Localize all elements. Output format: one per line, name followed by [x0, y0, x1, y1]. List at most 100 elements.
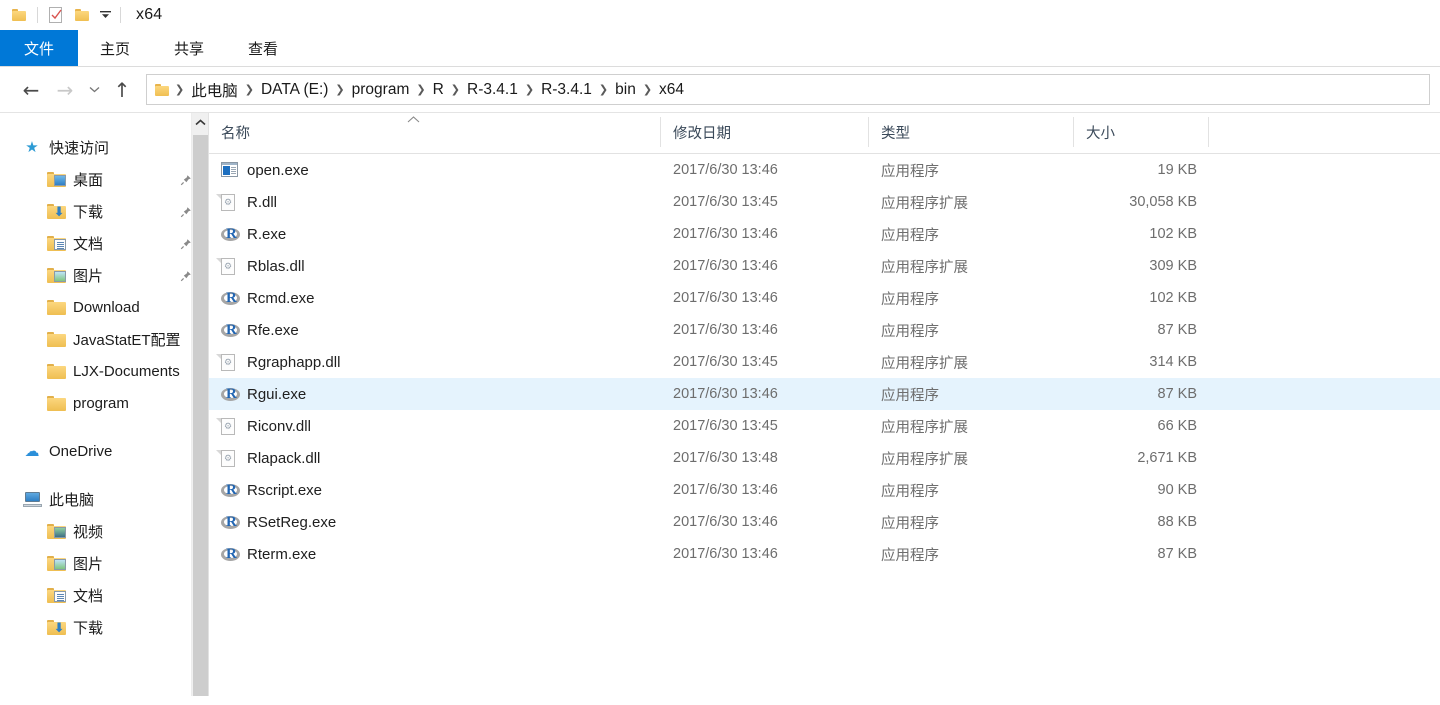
- sidebar-item-this-pc[interactable]: 此电脑: [0, 483, 208, 515]
- table-row[interactable]: ⚙ R.dll 2017/6/30 13:45 应用程序扩展 30,058 KB: [209, 186, 1440, 218]
- file-name-label: R.dll: [247, 193, 278, 211]
- tab-home[interactable]: 主页: [78, 30, 152, 66]
- tab-file[interactable]: 文件: [0, 30, 79, 66]
- table-row[interactable]: R Rfe.exe 2017/6/30 13:46 应用程序 87 KB: [209, 314, 1440, 346]
- recent-locations-icon[interactable]: [82, 74, 106, 106]
- sidebar-item-desktop[interactable]: 桌面: [0, 163, 208, 195]
- sidebar-item-javastatet[interactable]: JavaStatET配置: [0, 323, 208, 355]
- file-type-cell: 应用程序: [881, 515, 939, 532]
- table-row[interactable]: R R.exe 2017/6/30 13:46 应用程序 102 KB: [209, 218, 1440, 250]
- table-row[interactable]: R Rgui.exe 2017/6/30 13:46 应用程序 87 KB: [209, 378, 1440, 410]
- file-name-cell[interactable]: R R.exe: [209, 226, 661, 243]
- sidebar-label: 下载: [73, 619, 104, 637]
- back-button[interactable]: ←: [14, 74, 48, 106]
- sidebar-item-downloads[interactable]: ⬇ 下载: [0, 195, 208, 227]
- file-name-label: Rgui.exe: [247, 385, 307, 403]
- sidebar-item-onedrive[interactable]: ☁ OneDrive: [0, 435, 208, 467]
- folder-icon[interactable]: [6, 3, 32, 27]
- file-name-cell[interactable]: ⚙ Rblas.dll: [209, 257, 661, 275]
- tab-view[interactable]: 查看: [226, 30, 300, 66]
- sidebar-item-documents-pc[interactable]: 文档: [0, 579, 208, 611]
- breadcrumb-item-5[interactable]: R-3.4.1: [536, 81, 597, 99]
- breadcrumb-item-4[interactable]: R-3.4.1: [462, 81, 523, 99]
- file-size-cell: 102 KB: [1149, 290, 1197, 306]
- r-logo-icon: R: [221, 482, 240, 499]
- column-header-name[interactable]: 名称: [209, 117, 661, 147]
- r-logo-icon: R: [221, 386, 240, 403]
- file-date-cell: 2017/6/30 13:48: [673, 450, 778, 466]
- file-type-cell: 应用程序: [881, 387, 939, 404]
- table-row[interactable]: ⚙ Rgraphapp.dll 2017/6/30 13:45 应用程序扩展 314 K…: [209, 346, 1440, 378]
- file-name-label: Rscript.exe: [247, 481, 323, 499]
- tab-share[interactable]: 共享: [152, 30, 226, 66]
- sidebar-item-program[interactable]: program: [0, 387, 208, 419]
- file-name-cell[interactable]: ⚙ Rlapack.dll: [209, 449, 661, 467]
- file-size-cell: 30,058 KB: [1129, 194, 1197, 210]
- file-name-label: Rgraphapp.dll: [247, 353, 341, 371]
- table-row[interactable]: R Rterm.exe 2017/6/30 13:46 应用程序 87 KB: [209, 538, 1440, 570]
- file-type-cell: 应用程序扩展: [881, 419, 968, 436]
- breadcrumb-item-0[interactable]: 此电脑: [186, 79, 243, 101]
- file-name-cell[interactable]: ⚙ R.dll: [209, 193, 661, 211]
- file-name-cell[interactable]: ⚙ Riconv.dll: [209, 417, 661, 435]
- customize-dropdown-icon[interactable]: [95, 4, 115, 26]
- scroll-up-icon[interactable]: [192, 113, 208, 132]
- file-name-cell[interactable]: ⚙ Rgraphapp.dll: [209, 353, 661, 371]
- r-logo-icon: R: [221, 322, 240, 339]
- navigation-pane: ★ 快速访问 桌面 ⬇ 下载 文档 图片 Download JavaStatET…: [0, 113, 208, 696]
- column-header-type[interactable]: 类型: [869, 117, 1074, 147]
- table-row[interactable]: open.exe 2017/6/30 13:46 应用程序 19 KB: [209, 154, 1440, 186]
- file-date-cell: 2017/6/30 13:45: [673, 418, 778, 434]
- column-headers: 名称 修改日期 类型 大小: [209, 113, 1440, 154]
- table-row[interactable]: ⚙ Rlapack.dll 2017/6/30 13:48 应用程序扩展 2,671 K…: [209, 442, 1440, 474]
- breadcrumb-item-2[interactable]: program: [347, 81, 415, 99]
- sidebar-label: 此电脑: [49, 491, 95, 509]
- sidebar-item-documents[interactable]: 文档: [0, 227, 208, 259]
- file-name-label: Riconv.dll: [247, 417, 311, 435]
- table-row[interactable]: R Rcmd.exe 2017/6/30 13:46 应用程序 102 KB: [209, 282, 1440, 314]
- sidebar-item-pictures-pc[interactable]: 图片: [0, 547, 208, 579]
- sidebar-item-downloads-pc[interactable]: ⬇ 下载: [0, 611, 208, 643]
- file-type-cell: 应用程序: [881, 291, 939, 308]
- breadcrumb-item-1[interactable]: DATA (E:): [256, 81, 333, 99]
- file-date-cell: 2017/6/30 13:46: [673, 322, 778, 338]
- file-name-cell[interactable]: R Rfe.exe: [209, 322, 661, 339]
- file-name-cell[interactable]: R RSetReg.exe: [209, 514, 661, 531]
- breadcrumb-item-6[interactable]: bin: [610, 81, 641, 99]
- sidebar-label: program: [73, 394, 129, 412]
- file-size-cell: 102 KB: [1149, 226, 1197, 242]
- folder-pictures-icon: [46, 554, 66, 572]
- file-name-label: RSetReg.exe: [247, 513, 337, 531]
- sidebar-item-pictures[interactable]: 图片: [0, 259, 208, 291]
- file-type-cell: 应用程序扩展: [881, 259, 968, 276]
- file-name-cell[interactable]: R Rgui.exe: [209, 386, 661, 403]
- folder-pictures-icon: [46, 266, 66, 284]
- sidebar-item-ljx-documents[interactable]: LJX-Documents: [0, 355, 208, 387]
- table-row[interactable]: ⚙ Riconv.dll 2017/6/30 13:45 应用程序扩展 66 KB: [209, 410, 1440, 442]
- file-list-pane: 名称 修改日期 类型 大小 open.exe 2017/6/30 13:46 应用程…: [209, 113, 1440, 696]
- table-row[interactable]: R RSetReg.exe 2017/6/30 13:46 应用程序 88 KB: [209, 506, 1440, 538]
- breadcrumb-item-7[interactable]: x64: [654, 81, 689, 99]
- forward-button[interactable]: →: [48, 74, 82, 106]
- column-header-size[interactable]: 大小: [1074, 117, 1209, 147]
- properties-icon[interactable]: [43, 3, 69, 27]
- file-name-cell[interactable]: R Rscript.exe: [209, 482, 661, 499]
- up-button[interactable]: ↑: [106, 74, 138, 106]
- sidebar-item-videos[interactable]: 视频: [0, 515, 208, 547]
- table-row[interactable]: R Rscript.exe 2017/6/30 13:46 应用程序 90 KB: [209, 474, 1440, 506]
- column-header-date[interactable]: 修改日期: [661, 117, 869, 147]
- title-bar: x64: [0, 0, 1440, 30]
- sidebar-item-download-folder[interactable]: Download: [0, 291, 208, 323]
- breadcrumb-item-3[interactable]: R: [428, 81, 449, 99]
- file-name-cell[interactable]: R Rterm.exe: [209, 546, 661, 563]
- scrollbar-thumb[interactable]: [193, 135, 208, 696]
- new-folder-icon[interactable]: [69, 3, 95, 27]
- sidebar-scrollbar[interactable]: [191, 113, 208, 696]
- address-bar[interactable]: ❯ 此电脑 ❯ DATA (E:) ❯ program ❯ R ❯ R-3.4.…: [146, 74, 1430, 105]
- sidebar-item-quick-access[interactable]: ★ 快速访问: [0, 131, 208, 163]
- file-name-cell[interactable]: open.exe: [209, 161, 661, 179]
- table-row[interactable]: ⚙ Rblas.dll 2017/6/30 13:46 应用程序扩展 309 KB: [209, 250, 1440, 282]
- file-type-cell: 应用程序: [881, 227, 939, 244]
- file-name-cell[interactable]: R Rcmd.exe: [209, 290, 661, 307]
- r-logo-icon: R: [221, 226, 240, 243]
